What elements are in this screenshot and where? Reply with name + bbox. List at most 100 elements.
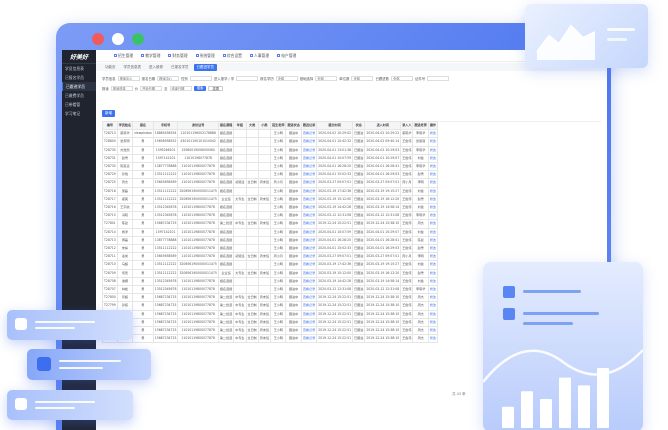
edit-link[interactable]: 修改 [427,137,439,147]
table-row[interactable]: T28735 刘浩然男 1595266101 15560019006000060 报名选… [102,145,439,155]
table-row[interactable]: T28716 王宇航男 13512345678 11010119800077878 报名… [102,203,439,213]
edit-link[interactable]: 修改 [427,203,439,213]
table-row[interactable]: T28709 何炅男 13511112222 3206561900000011475 企… [102,268,439,278]
tab-3[interactable]: 已报名学员 [168,64,192,71]
edit-link[interactable]: 修改 [427,285,439,295]
view-record-link[interactable]: 查看记录 [300,170,318,180]
table-row[interactable]: T27796唐嫣男1568723472511010119800077878第二批… [102,326,439,336]
top-menu-item[interactable]: 招生管理 [114,53,133,59]
search-button[interactable]: 搜索 [193,85,207,91]
table-row[interactable]: T28715 冯晓男 13512345678 11010119800077878 报名选… [102,211,439,221]
view-record-link[interactable]: 查看记录 [300,252,318,262]
tab-4[interactable]: 已跟进学员 [193,63,217,71]
edit-link[interactable]: 修改 [427,244,439,254]
view-record-link[interactable]: 查看记录 [300,301,318,311]
table-row[interactable]: T28708 谢娜男 13512345678 11010119800077878 报名选… [102,276,439,287]
view-record-link[interactable]: 查看记录 [300,244,318,254]
view-record-link[interactable]: 查看记录 [300,227,318,237]
edit-link[interactable]: 修改 [427,317,439,328]
view-record-link[interactable]: 查看记录 [300,145,318,155]
edit-link[interactable]: 修改 [427,334,439,344]
add-button[interactable]: 新增 [102,110,115,117]
table-row[interactable]: T27797胡歌男1568723472511010119800077878第二批… [102,317,439,328]
view-record-link[interactable]: 查看记录 [300,285,318,295]
filter-field[interactable] [236,75,259,81]
filter-field[interactable] [427,75,450,81]
top-menu-item[interactable]: 电户管理 [277,53,296,59]
table-row[interactable]: T28714 杨洋男 1597142101 11010119800077878 报名选报… [102,227,439,237]
view-record-link[interactable]: 查看记录 [300,334,318,344]
view-record-link[interactable]: 查看记录 [300,260,318,270]
view-record-link[interactable]: 查看记录 [300,219,318,229]
sidebar-item-4[interactable]: 已带看管 [62,100,96,109]
table-row[interactable]: T27798刘诗男1568723472511010119800077878第二批… [102,309,439,319]
table-row[interactable]: T28717 郑爽男 13511112222 3206561900000011475 企… [102,194,439,205]
view-record-link[interactable]: 查看记录 [300,309,318,319]
filter-field[interactable]: 报读中心 [117,75,140,81]
edit-link[interactable]: 修改 [427,326,439,336]
top-menu-item[interactable]: 财务管理 [168,53,188,59]
filter-field[interactable] [189,75,212,81]
view-record-link[interactable]: 查看记录 [300,203,318,213]
table-row[interactable]: T28731 赵雪男 1597142101 11010198077878 报名选报 王小明… [102,153,439,164]
view-record-link[interactable]: 查看记录 [300,178,318,188]
minimize-dot[interactable] [112,33,124,45]
sidebar-item-3[interactable]: 已缴费学员 [62,91,96,100]
filter-field[interactable]: 报读中心 [157,75,180,81]
close-dot[interactable] [92,33,104,45]
table-row[interactable]: T28710 马超男 13511112222 3206561900000011475 报… [102,260,439,270]
edit-link[interactable]: 修改 [427,186,439,196]
reset-button[interactable]: 重置 [208,85,224,91]
edit-link[interactable]: 修改 [427,309,439,319]
edit-link[interactable]: 修改 [427,301,439,311]
filter-field[interactable]: 报读选择 [110,85,133,91]
edit-link[interactable]: 修改 [427,252,439,262]
table-row[interactable]: T27800 邓超男 15687234725 11010119800077878 第二批… [102,293,439,303]
view-record-link[interactable]: 查看记录 [300,268,318,278]
top-menu-item[interactable]: 人事管理 [249,53,269,59]
view-record-link[interactable]: 查看记录 [300,276,318,287]
table-row[interactable]: T28712 朱婷男 13511112222 11010119800077878 报名选… [102,244,439,254]
view-record-link[interactable]: 查看记录 [300,186,318,196]
edit-link[interactable]: 修改 [427,178,439,188]
top-menu-item[interactable]: 系统管理 [195,53,215,59]
tab-0[interactable]: 功能页 [102,64,119,71]
sidebar-item-1[interactable]: 已报名学员 [62,73,96,82]
table-row[interactable]: T28729 孙悦男 13511112222 11010119800077878 报名选… [102,170,439,180]
edit-link[interactable]: 修改 [427,162,439,172]
view-record-link[interactable]: 查看记录 [300,317,318,328]
edit-link[interactable]: 修改 [427,170,439,180]
tab-1[interactable]: 学员信息表 [121,64,145,71]
edit-link[interactable]: 修改 [427,235,439,246]
table-row[interactable]: T28725 周杰男 15645658589 11010119800077878 报名选… [102,178,439,188]
edit-link[interactable]: 修改 [427,227,439,237]
sidebar-item-0[interactable]: 学员信息表 [62,64,96,73]
edit-link[interactable]: 修改 [427,194,439,205]
table-row[interactable]: T27801 陈晨男 15687234725 11010119800077878 第二批… [102,219,439,229]
edit-link[interactable]: 修改 [427,153,439,164]
filter-field[interactable]: 全部 [351,75,374,81]
maximize-dot[interactable] [132,33,144,45]
sidebar-item-2[interactable]: 已跟进学员 [62,82,96,91]
view-record-link[interactable]: 查看记录 [300,137,318,147]
view-record-link[interactable]: 查看记录 [300,153,318,164]
table-row[interactable]: T28730 陈思远男 13877778888 11010119800077878 报名… [102,162,439,172]
table-row[interactable]: T28707 林峰男 13512345678 11010119800077878 报名选… [102,285,439,295]
filter-field[interactable]: 结束日期 [169,85,192,91]
tab-2[interactable]: 进入维修 [146,64,166,71]
table-row[interactable]: T28713 黄磊男 13877778888 11010119800077878 报名选… [102,235,439,246]
view-record-link[interactable]: 查看记录 [300,326,318,336]
edit-link[interactable]: 修改 [427,211,439,221]
edit-link[interactable]: 修改 [427,276,439,287]
sidebar-item-5[interactable]: 学习笔记 [62,109,96,118]
edit-link[interactable]: 修改 [427,268,439,278]
edit-link[interactable]: 修改 [427,293,439,303]
filter-field[interactable]: 全部 [275,75,298,81]
table-row[interactable]: T28800 张家明男 15656958552 430101190101010042 报… [102,137,439,147]
table-row[interactable]: T27795霍建华男1568723472511010119800077878第二… [102,334,439,344]
edit-link[interactable]: 修改 [427,219,439,229]
view-record-link[interactable]: 查看记录 [300,235,318,246]
view-record-link[interactable]: 查看记录 [300,293,318,303]
filter-field[interactable]: 全部 [315,75,338,81]
view-record-link[interactable]: 查看记录 [300,162,318,172]
